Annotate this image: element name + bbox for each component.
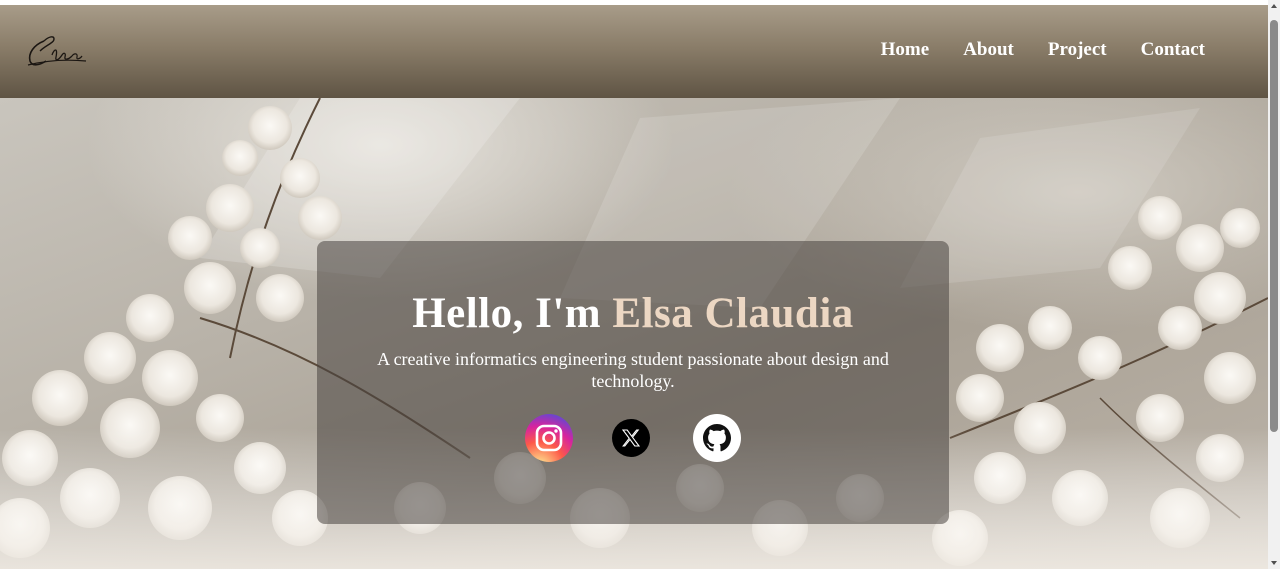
hero-title: Hello, I'm Elsa Claudia [317,289,949,338]
nav-link-home[interactable]: Home [881,39,930,61]
x-twitter-link[interactable] [612,419,650,457]
scrollbar-thumb[interactable] [1270,20,1278,432]
hero-title-name: Elsa Claudia [612,290,854,337]
x-icon [621,429,641,447]
page-scrollbar[interactable] [1268,0,1280,569]
hero-section: Hello, I'm Elsa Claudia A creative infor… [0,98,1268,569]
navbar: Home About Project Contact [0,5,1268,98]
nav-link-about[interactable]: About [963,39,1014,61]
main-nav: Home About Project Contact [881,39,1205,61]
nav-link-project[interactable]: Project [1048,39,1107,61]
instagram-link[interactable] [525,414,573,462]
logo[interactable] [24,31,94,75]
github-icon [703,424,731,452]
scroll-up-icon[interactable] [1271,4,1277,8]
github-link[interactable] [693,414,741,462]
signature-logo-icon [27,36,87,66]
hero-title-prefix: Hello, I'm [412,290,613,337]
instagram-icon [535,424,563,452]
hero-card: Hello, I'm Elsa Claudia A creative infor… [317,241,949,524]
hero-subtitle: A creative informatics engineering stude… [377,349,889,391]
nav-link-contact[interactable]: Contact [1141,39,1205,61]
scroll-down-icon[interactable] [1271,561,1277,565]
